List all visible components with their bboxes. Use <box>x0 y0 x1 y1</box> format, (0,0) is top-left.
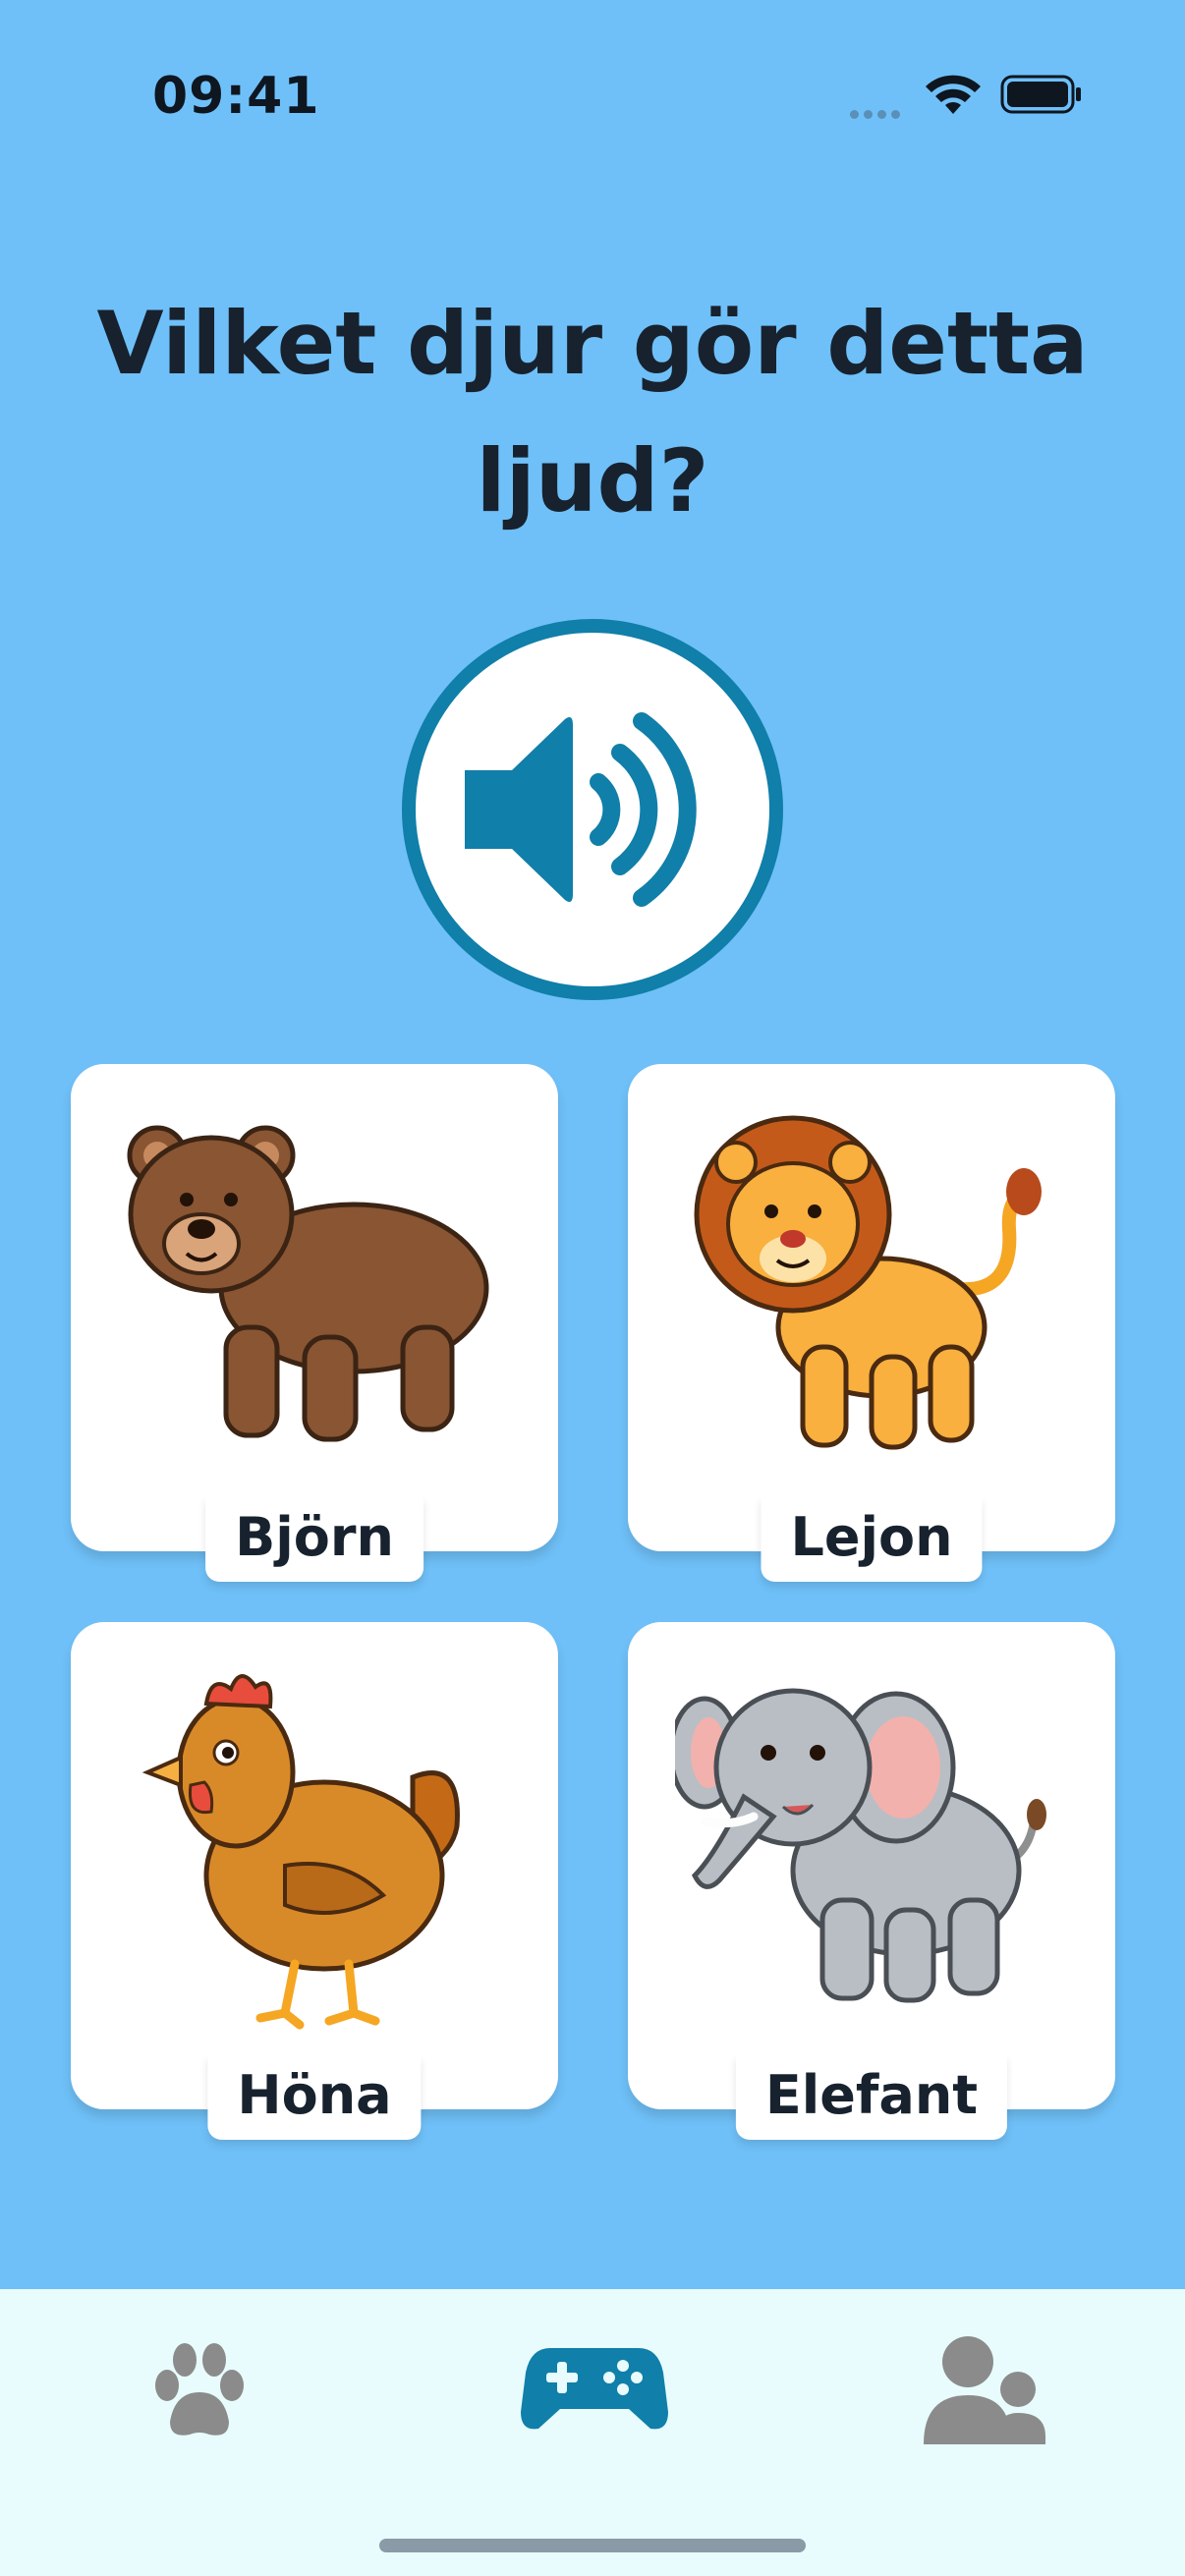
answer-card-hen[interactable]: Höna <box>71 1622 558 2140</box>
answer-card-elephant[interactable]: Elefant <box>628 1622 1115 2140</box>
home-indicator[interactable] <box>379 2539 806 2552</box>
answer-card-bear[interactable]: Björn <box>71 1064 558 1582</box>
status-time: 09:41 <box>152 67 320 126</box>
tab-animals[interactable] <box>145 2338 254 2446</box>
tab-bar <box>0 2289 1185 2576</box>
signal-dots-icon <box>850 104 909 119</box>
answer-label-elephant: Elefant <box>735 2054 1008 2140</box>
answer-label-hen: Höna <box>207 2054 422 2140</box>
hen-illustration <box>141 1674 460 2030</box>
wifi-icon <box>926 75 981 114</box>
answer-label-bear: Björn <box>205 1496 423 1582</box>
gamepad-icon <box>521 2348 668 2430</box>
users-icon <box>924 2336 1045 2444</box>
answer-label-lion: Lejon <box>761 1496 983 1582</box>
bear-illustration <box>127 1125 489 1442</box>
paw-icon <box>155 2343 244 2436</box>
question-title: Vilket djur gör detta ljud? <box>96 293 1089 532</box>
lion-illustration <box>694 1115 1042 1450</box>
tab-games[interactable] <box>521 2338 668 2436</box>
play-sound-button[interactable] <box>402 619 783 1000</box>
elephant-illustration <box>675 1688 1046 2003</box>
battery-icon <box>1000 75 1081 114</box>
answer-card-lion[interactable]: Lejon <box>628 1064 1115 1582</box>
tab-profile[interactable] <box>924 2334 1051 2447</box>
speaker-icon <box>465 712 697 907</box>
status-bar: 09:41 <box>0 0 1185 187</box>
